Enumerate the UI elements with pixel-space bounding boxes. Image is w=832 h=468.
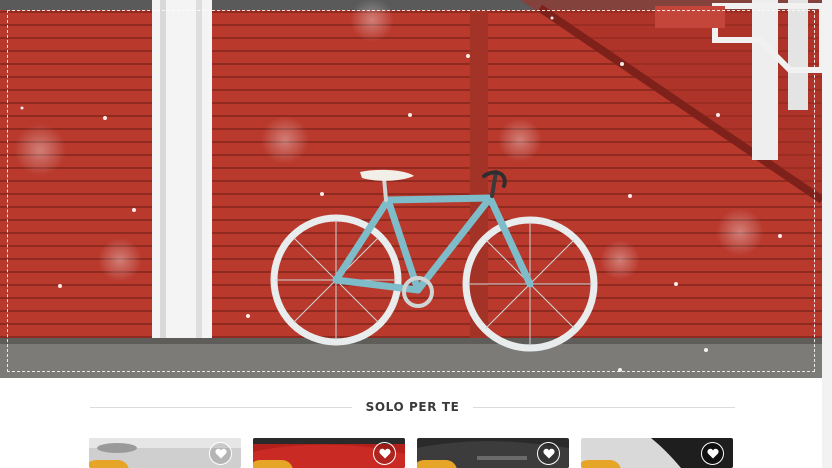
wishlist-button[interactable] bbox=[537, 442, 560, 465]
heart-icon bbox=[214, 448, 227, 459]
product-card[interactable] bbox=[581, 438, 733, 468]
discount-badge bbox=[581, 460, 621, 468]
hero-banner[interactable] bbox=[0, 0, 822, 378]
product-card[interactable] bbox=[417, 438, 569, 468]
heading-rule-left bbox=[90, 406, 352, 408]
wishlist-button[interactable] bbox=[373, 442, 396, 465]
heading-rule-right bbox=[473, 406, 735, 408]
heart-icon bbox=[378, 448, 391, 459]
product-card[interactable] bbox=[89, 438, 241, 468]
discount-badge bbox=[417, 460, 457, 468]
section-heading: SOLO PER TE bbox=[90, 396, 735, 418]
discount-badge bbox=[253, 460, 293, 468]
heart-icon bbox=[542, 448, 555, 459]
hero-image bbox=[0, 0, 822, 378]
discount-badge bbox=[89, 460, 129, 468]
product-card[interactable] bbox=[253, 438, 405, 468]
section-title: SOLO PER TE bbox=[365, 400, 460, 414]
heart-icon bbox=[706, 448, 719, 459]
wishlist-button[interactable] bbox=[209, 442, 232, 465]
wishlist-button[interactable] bbox=[701, 442, 724, 465]
scrollbar-track[interactable] bbox=[822, 0, 832, 468]
product-carousel bbox=[89, 438, 735, 468]
